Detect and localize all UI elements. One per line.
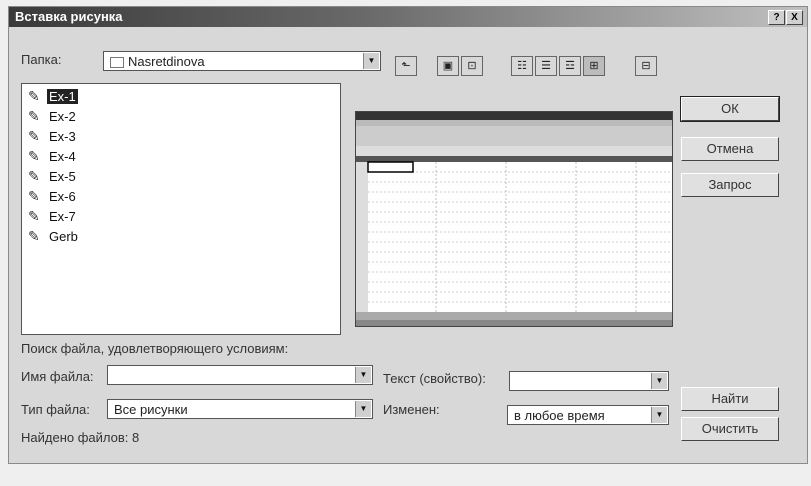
picture-file-icon: ✎	[28, 228, 40, 244]
file-name: Ex-6	[49, 188, 76, 204]
file-item-ex-1[interactable]: ✎ Ex-1	[28, 88, 78, 108]
picture-file-icon: ✎	[28, 128, 40, 144]
chevron-down-icon[interactable]: ▼	[651, 407, 667, 423]
modified-label: Изменен:	[383, 402, 440, 417]
chevron-down-icon[interactable]: ▼	[651, 373, 667, 389]
cancel-button[interactable]: Отмена	[681, 137, 779, 161]
query-button[interactable]: Запрос	[681, 173, 779, 197]
favorites-icon[interactable]: ⊡	[461, 56, 483, 76]
file-item-ex-3[interactable]: ✎ Ex-3	[28, 128, 78, 148]
picture-file-icon: ✎	[28, 108, 40, 124]
filename-label: Имя файла:	[21, 369, 94, 384]
spreadsheet-preview-image	[356, 112, 672, 326]
file-name: Ex-4	[49, 148, 76, 164]
folder-up-icon[interactable]: ⬑	[395, 56, 417, 76]
preview-view-icon[interactable]: ⊞	[583, 56, 605, 76]
commands-icon[interactable]: ⊟	[635, 56, 657, 76]
folder-label: Папка:	[21, 52, 62, 67]
properties-view-icon[interactable]: ☲	[559, 56, 581, 76]
find-button[interactable]: Найти	[681, 387, 779, 411]
dialog-title: Вставка рисунка	[15, 9, 123, 24]
file-item-ex-5[interactable]: ✎ Ex-5	[28, 168, 78, 188]
text-property-combo[interactable]: ▼	[509, 371, 669, 391]
filetype-value: Все рисунки	[114, 402, 188, 417]
clear-button[interactable]: Очистить	[681, 417, 779, 441]
chevron-down-icon[interactable]: ▼	[363, 53, 379, 69]
picture-file-icon: ✎	[28, 148, 40, 164]
filename-combo[interactable]: ▼	[107, 365, 373, 385]
folder-value: Nasretdinova	[110, 54, 205, 69]
file-name: Ex-5	[49, 168, 76, 184]
picture-file-icon: ✎	[28, 188, 40, 204]
file-item-gerb[interactable]: ✎ Gerb	[28, 228, 80, 248]
file-name: Ex-3	[49, 128, 76, 144]
file-name: Ex-1	[47, 88, 78, 104]
folder-icon	[110, 57, 124, 69]
title-bar: Вставка рисунка ? X	[9, 7, 807, 27]
file-item-ex-2[interactable]: ✎ Ex-2	[28, 108, 78, 128]
folder-name: Nasretdinova	[128, 54, 205, 69]
file-name: Gerb	[49, 228, 78, 244]
picture-file-icon: ✎	[28, 168, 40, 184]
modified-value: в любое время	[514, 408, 605, 423]
file-item-ex-6[interactable]: ✎ Ex-6	[28, 188, 78, 208]
preview-pane	[355, 111, 673, 327]
search-heading: Поиск файла, удовлетворяющего условиям:	[21, 341, 289, 356]
file-name: Ex-7	[49, 208, 76, 224]
found-count: Найдено файлов: 8	[21, 430, 140, 445]
folder-combo[interactable]: Nasretdinova ▼	[103, 51, 381, 71]
file-list[interactable]: ✎ Ex-1 ✎ Ex-2 ✎ Ex-3 ✎ Ex-4 ✎ Ex-5 ✎ Ex-6 ✎ Ex-…	[21, 83, 341, 335]
file-name: Ex-2	[49, 108, 76, 124]
picture-file-icon: ✎	[28, 88, 40, 104]
details-view-icon[interactable]: ☰	[535, 56, 557, 76]
list-view-icon[interactable]: ☷	[511, 56, 533, 76]
modified-combo[interactable]: в любое время ▼	[507, 405, 669, 425]
file-item-ex-4[interactable]: ✎ Ex-4	[28, 148, 78, 168]
file-item-ex-7[interactable]: ✎ Ex-7	[28, 208, 78, 228]
help-button[interactable]: ?	[768, 10, 785, 25]
chevron-down-icon[interactable]: ▼	[355, 367, 371, 383]
picture-file-icon: ✎	[28, 208, 40, 224]
ok-button[interactable]: ОК	[680, 96, 780, 122]
desktop-icon[interactable]: ▣	[437, 56, 459, 76]
chevron-down-icon[interactable]: ▼	[355, 401, 371, 417]
text-property-label: Текст (свойство):	[383, 371, 486, 386]
insert-picture-dialog: Вставка рисунка ? X Папка: Nasretdinova …	[8, 6, 808, 464]
filetype-label: Тип файла:	[21, 402, 90, 417]
close-button[interactable]: X	[786, 10, 803, 25]
filetype-combo[interactable]: Все рисунки ▼	[107, 399, 373, 419]
